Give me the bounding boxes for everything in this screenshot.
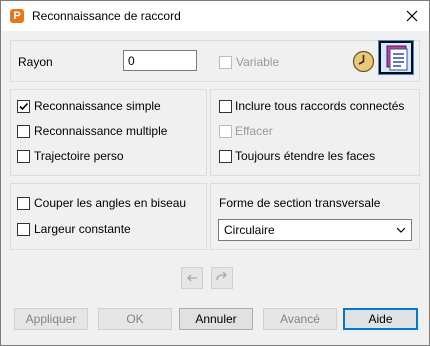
chevron-down-icon — [396, 227, 406, 233]
app-logo-icon: P — [10, 9, 24, 23]
dialog-window: P Reconnaissance de raccord Rayon 0 Vari… — [0, 0, 430, 346]
close-icon — [406, 10, 418, 22]
multiple-recognition-checkbox[interactable] — [17, 125, 30, 138]
clock-icon — [352, 50, 375, 73]
section-shape-value: Circulaire — [224, 223, 275, 237]
section-shape-label: Forme de section transversale — [219, 196, 381, 210]
variable-label: Variable — [236, 55, 280, 69]
custom-trajectory-checkbox[interactable] — [17, 150, 30, 163]
recognition-panel: Reconnaissance simple Reconnaissance mul… — [10, 89, 207, 176]
title-bar: P Reconnaissance de raccord — [1, 1, 429, 31]
select-list-icon — [386, 45, 408, 71]
constant-width-label: Largeur constante — [34, 222, 131, 236]
radius-input[interactable]: 0 — [123, 50, 197, 71]
advanced-button[interactable]: Avancé — [263, 308, 337, 330]
apply-button[interactable]: Appliquer — [14, 308, 88, 330]
connections-panel: Inclure tous raccords connectés Effacer … — [210, 89, 420, 176]
clock-tool-button[interactable] — [351, 49, 376, 74]
checkmark-icon — [19, 102, 29, 111]
radius-panel: Rayon 0 Variable — [10, 40, 420, 82]
extend-faces-label: Toujours étendre les faces — [235, 149, 376, 163]
corners-panel: Couper les angles en biseau Largeur cons… — [10, 183, 207, 250]
arrow-left-icon — [187, 274, 197, 282]
bevel-corners-checkbox[interactable] — [17, 197, 30, 210]
cancel-button[interactable]: Annuler — [179, 308, 253, 330]
constant-width-checkbox[interactable] — [17, 223, 30, 236]
bevel-corners-label: Couper les angles en biseau — [34, 196, 187, 210]
help-button[interactable]: Aide — [343, 308, 418, 330]
select-tool-button[interactable] — [378, 40, 414, 75]
ok-button[interactable]: OK — [98, 308, 172, 330]
include-connected-checkbox[interactable] — [219, 100, 232, 113]
include-connected-label: Inclure tous raccords connectés — [235, 99, 405, 113]
section-shape-select[interactable]: Circulaire — [218, 219, 412, 241]
radius-label: Rayon — [18, 55, 53, 69]
extend-faces-checkbox[interactable] — [219, 150, 232, 163]
erase-label: Effacer — [235, 124, 273, 138]
custom-trajectory-label: Trajectoire perso — [34, 149, 124, 163]
multiple-recognition-label: Reconnaissance multiple — [34, 124, 168, 138]
window-title: Reconnaissance de raccord — [32, 9, 181, 23]
close-button[interactable] — [395, 1, 429, 31]
section-panel: Forme de section transversale Circulaire — [210, 183, 420, 250]
simple-recognition-label: Reconnaissance simple — [34, 99, 161, 113]
simple-recognition-checkbox[interactable] — [17, 100, 30, 113]
arrow-right-icon — [216, 271, 227, 281]
redo-button[interactable] — [211, 267, 233, 289]
erase-checkbox[interactable] — [219, 125, 232, 138]
undo-button[interactable] — [181, 267, 203, 289]
variable-checkbox[interactable] — [219, 56, 232, 69]
